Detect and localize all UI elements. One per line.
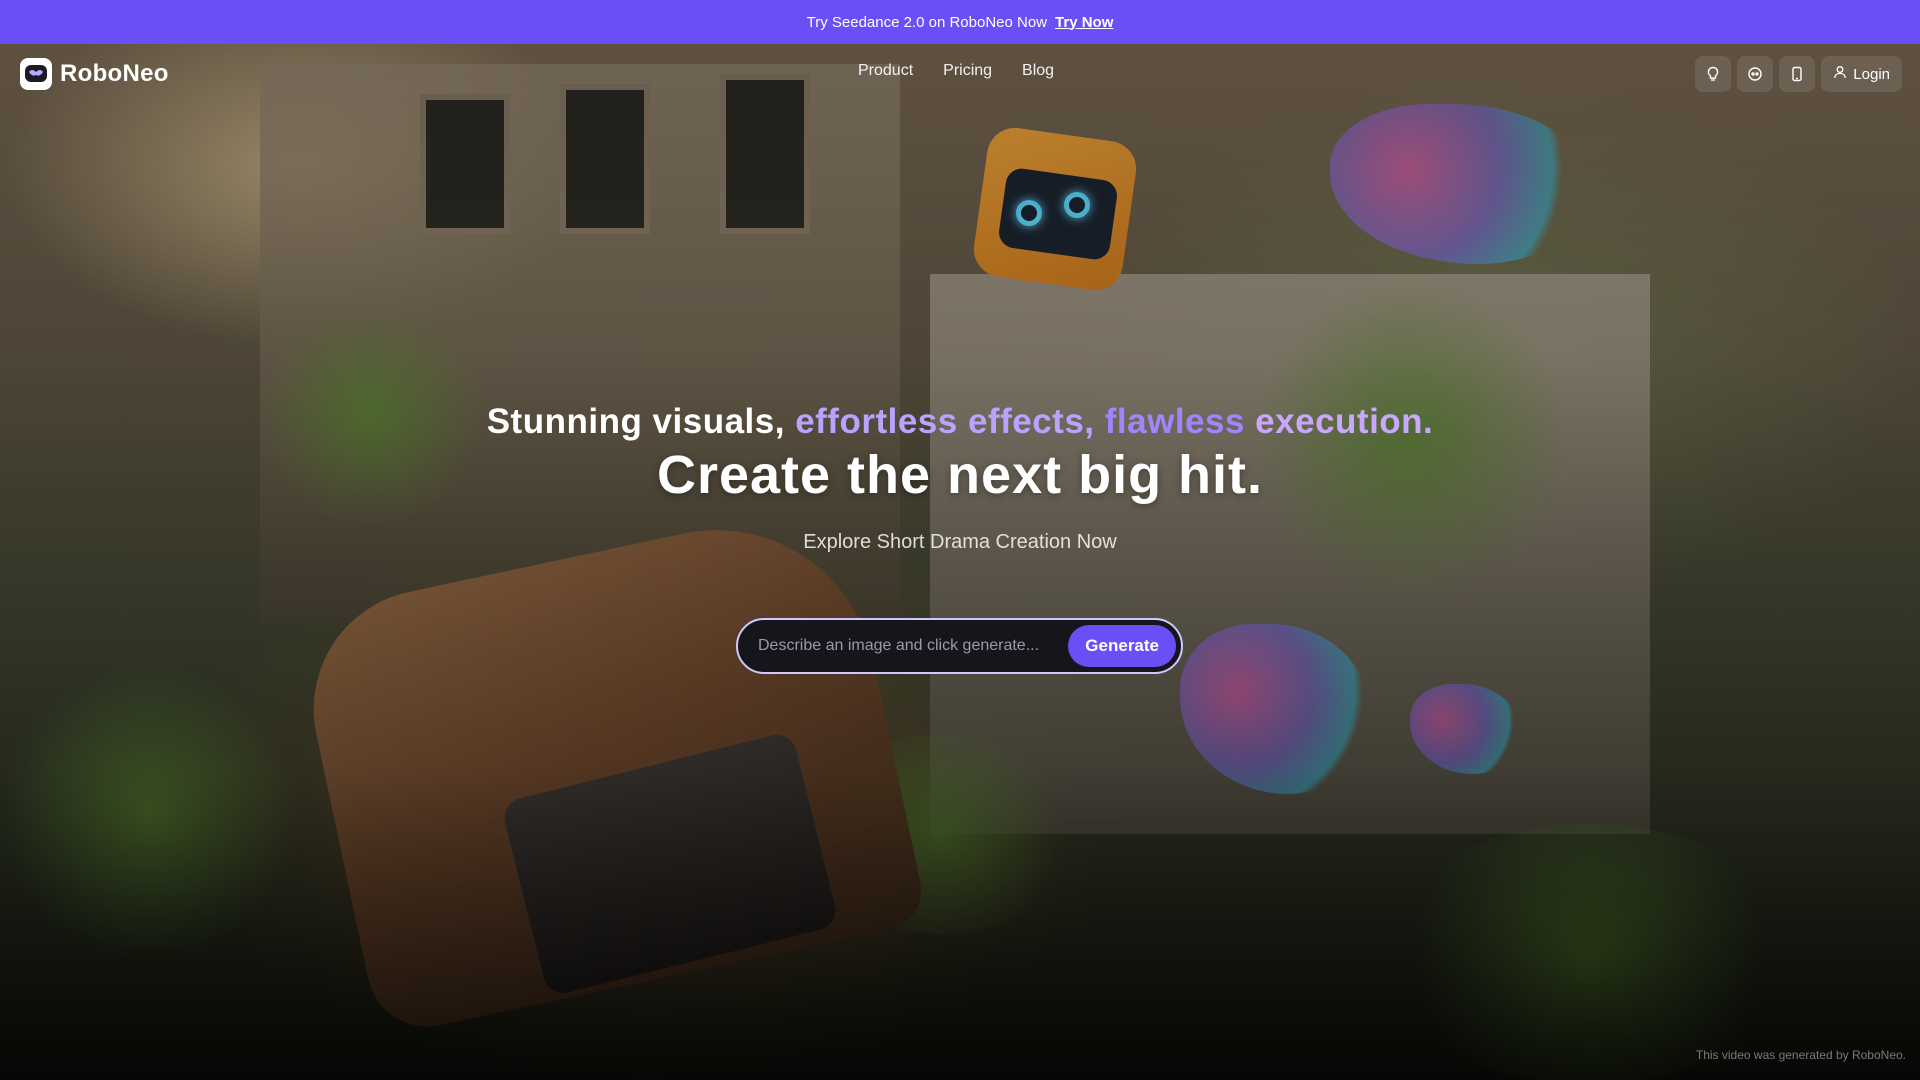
prompt-input[interactable]: [758, 637, 1069, 655]
page: Try Seedance 2.0 on RoboNeo Now Try Now: [0, 0, 1920, 1080]
video-credit: This video was generated by RoboNeo.: [1695, 1048, 1906, 1062]
login-button[interactable]: Login: [1821, 56, 1902, 92]
generate-button[interactable]: Generate: [1068, 625, 1176, 667]
announcement-banner: Try Seedance 2.0 on RoboNeo Now Try Now: [0, 0, 1920, 44]
tagline-part: effortless effects,: [795, 402, 1105, 441]
mobile-icon[interactable]: [1779, 56, 1816, 92]
user-icon: [1833, 65, 1847, 83]
discord-icon[interactable]: [1737, 56, 1774, 92]
hero-headline: Create the next big hit.: [656, 445, 1264, 505]
nav-product[interactable]: Product: [858, 62, 913, 80]
hero-background: [0, 44, 1920, 1080]
nav-blog[interactable]: Blog: [1022, 62, 1054, 80]
top-nav: RoboNeo Product Pricing Blog Login: [0, 44, 1920, 104]
prompt-bar: Generate: [736, 618, 1183, 674]
tagline-part: execution.: [1255, 402, 1434, 441]
hero-tagline: Stunning visuals, effortless effects, fl…: [0, 402, 1920, 442]
tagline-part: flawless: [1104, 402, 1256, 441]
brand-name: RoboNeo: [60, 60, 169, 87]
brand-logo[interactable]: RoboNeo: [20, 58, 169, 90]
roboneo-logo-icon: [20, 58, 52, 90]
lightbulb-icon[interactable]: [1695, 56, 1732, 92]
nav-pricing[interactable]: Pricing: [943, 62, 992, 80]
login-label: Login: [1853, 65, 1890, 83]
nav-actions: Login: [1695, 56, 1902, 92]
hero-subline[interactable]: Explore Short Drama Creation Now: [0, 531, 1920, 554]
hero-overlay: [0, 44, 1920, 1080]
banner-text: Try Seedance 2.0 on RoboNeo Now: [806, 13, 1048, 31]
nav-links: Product Pricing Blog: [858, 62, 1054, 80]
try-now-link[interactable]: Try Now: [1055, 14, 1113, 31]
tagline-part: Stunning visuals,: [486, 402, 796, 441]
